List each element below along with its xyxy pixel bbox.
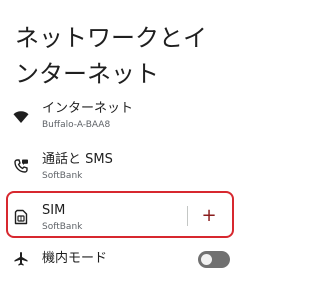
calls-sms-subtitle: SoftBank — [42, 171, 83, 181]
sim-highlight-frame — [6, 191, 234, 238]
wifi-icon — [12, 108, 30, 126]
airplane-mode-toggle[interactable] — [198, 251, 230, 268]
phone-sms-icon — [12, 157, 30, 175]
airplane-mode-setting-item[interactable]: 機内モード — [0, 248, 240, 274]
page-title: ネットワークとインターネット — [15, 24, 207, 88]
internet-setting-item[interactable]: インターネット Buffalo-A-BAA8 — [0, 97, 240, 137]
calls-sms-title: 通話と SMS — [42, 152, 113, 167]
airplane-icon — [12, 250, 30, 268]
settings-screen: ネットワークとインターネット インターネット Buffalo-A-BAA8 通話… — [0, 0, 240, 290]
internet-title: インターネット — [42, 101, 134, 116]
airplane-mode-title: 機内モード — [42, 251, 108, 266]
internet-subtitle: Buffalo-A-BAA8 — [42, 120, 111, 130]
calls-sms-setting-item[interactable]: 通話と SMS SoftBank — [0, 148, 240, 188]
toggle-knob — [201, 254, 212, 265]
